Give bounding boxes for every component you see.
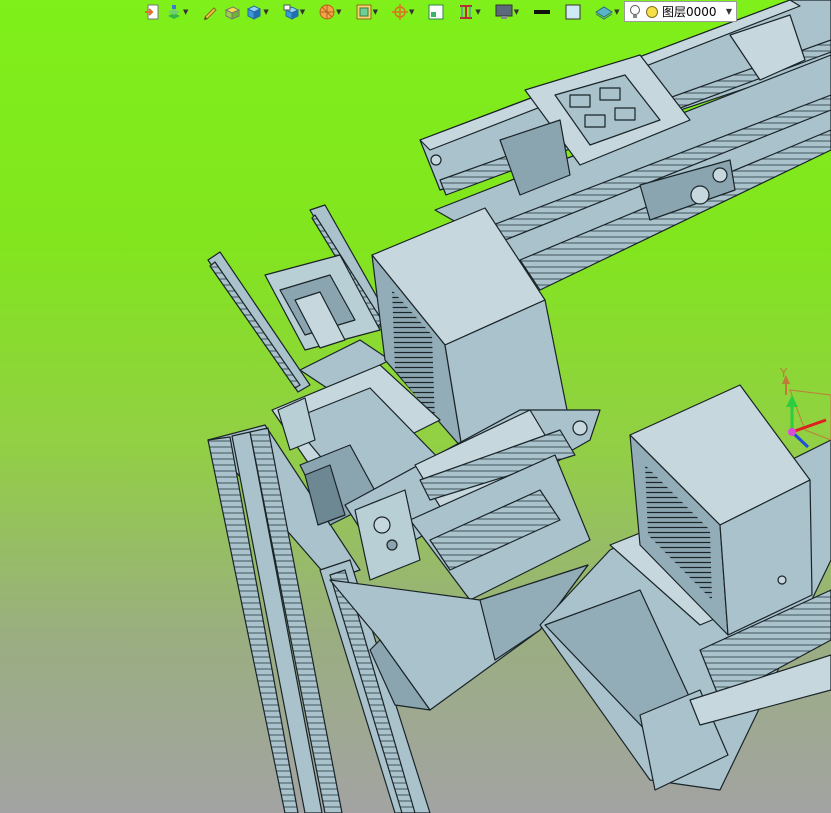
chevron-down-icon: ▼ bbox=[513, 8, 520, 16]
cube-display-icon bbox=[283, 4, 299, 20]
chevron-down-icon: ▼ bbox=[183, 8, 189, 16]
view-tool-11[interactable]: ▼ bbox=[456, 2, 482, 22]
view-tool-14[interactable] bbox=[563, 2, 583, 22]
model-viewport[interactable]: Y bbox=[0, 0, 831, 813]
view-tool-7[interactable]: ▼ bbox=[317, 2, 343, 22]
view-tool-6[interactable]: ▼ bbox=[281, 2, 307, 22]
window-icon bbox=[428, 4, 444, 20]
bracket-icon bbox=[460, 5, 473, 19]
cube-blue-icon bbox=[247, 5, 262, 20]
color-square-icon bbox=[565, 4, 581, 20]
plane-teal-icon bbox=[595, 6, 614, 20]
monitor-icon bbox=[495, 4, 513, 19]
orange-sphere-icon bbox=[319, 4, 335, 20]
layer-name: 图层0000 bbox=[662, 5, 717, 19]
chevron-down-icon: ▼ bbox=[614, 8, 620, 16]
axis-y-label: Y bbox=[779, 366, 788, 380]
chevron-down-icon: ▼ bbox=[336, 8, 342, 16]
document-arrow-icon bbox=[145, 4, 159, 20]
target-icon bbox=[391, 4, 408, 20]
sun-layer-icon bbox=[646, 5, 658, 18]
line-black-icon bbox=[534, 10, 551, 14]
chevron-down-icon: ▼ bbox=[408, 8, 415, 16]
view-tool-9[interactable]: ▼ bbox=[390, 2, 416, 22]
pencil-icon bbox=[204, 7, 218, 20]
chevron-down-icon: ▼ bbox=[263, 8, 269, 16]
view-tool-3[interactable] bbox=[200, 2, 220, 22]
layer-select[interactable]: 图层0000 ▼ bbox=[624, 1, 737, 22]
view-tool-2[interactable]: ▼ bbox=[164, 2, 190, 22]
lightbulb-icon bbox=[630, 4, 640, 18]
frame-icon bbox=[356, 4, 372, 20]
layers-green-icon bbox=[168, 5, 180, 19]
left-small-conveyor[interactable] bbox=[207, 204, 391, 393]
view-tool-5[interactable]: ▼ bbox=[244, 2, 270, 22]
view-tool-13[interactable] bbox=[531, 2, 553, 22]
view-toolbar: ▼ ▼ ▼ ▼ ▼ ▼ ▼ ▼ ▼ bbox=[142, 1, 622, 23]
chevron-down-icon: ▼ bbox=[299, 8, 306, 16]
box-yellow-icon bbox=[225, 6, 241, 20]
view-tool-4[interactable] bbox=[222, 2, 242, 22]
view-tool-1[interactable] bbox=[142, 2, 162, 22]
chevron-down-icon: ▼ bbox=[475, 8, 481, 16]
view-tool-12[interactable]: ▼ bbox=[493, 2, 521, 22]
view-tool-15[interactable]: ▼ bbox=[593, 2, 621, 22]
chevron-down-icon[interactable]: ▼ bbox=[722, 2, 736, 21]
chevron-down-icon: ▼ bbox=[372, 8, 378, 16]
axis-triad: Y bbox=[779, 366, 831, 449]
view-tool-8[interactable]: ▼ bbox=[354, 2, 380, 22]
view-tool-10[interactable] bbox=[426, 2, 446, 22]
